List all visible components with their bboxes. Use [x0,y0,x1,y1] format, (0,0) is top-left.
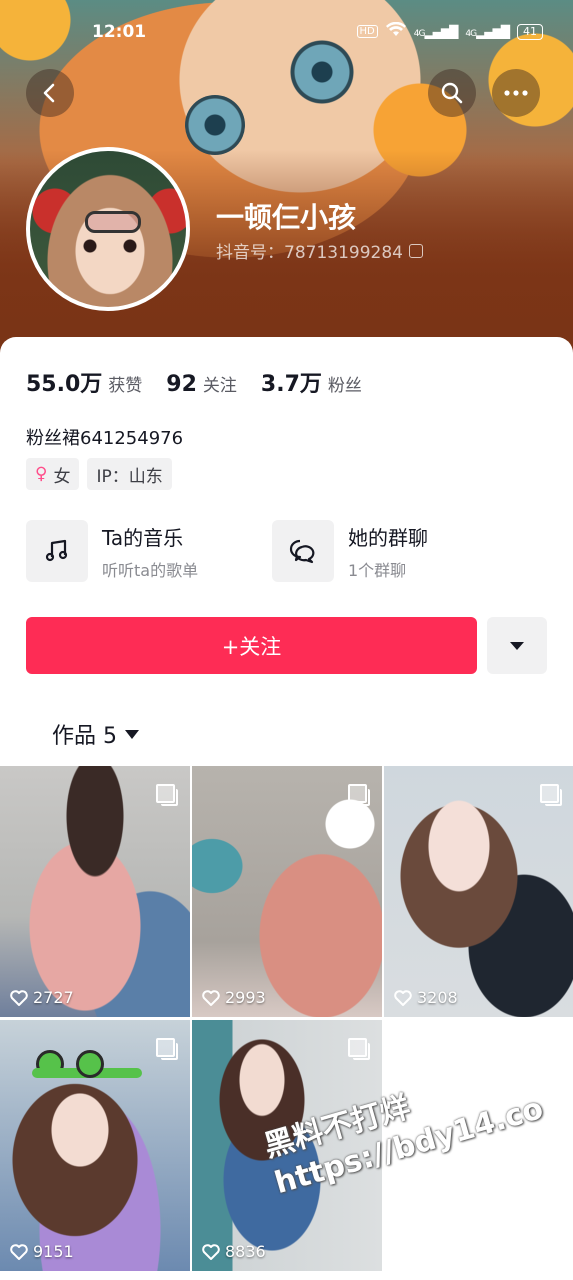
triangle-down-icon [510,641,524,650]
profile-bio: 粉丝裙641254976 [26,428,184,449]
status-time: 12:01 [92,22,147,42]
more-dots-icon [504,90,528,96]
post-thumbnail[interactable]: 9151 [0,1020,190,1271]
post-likes-count: 8836 [225,1242,266,1261]
search-button[interactable] [428,69,476,117]
stat-likes-value: 55.0万 [26,372,103,397]
post-thumbnail[interactable]: 2727 [0,766,190,1017]
recommend-dropdown-button[interactable] [487,617,547,674]
heart-icon [202,1243,220,1260]
profile-nickname: 一顿仨小孩 [216,201,357,234]
tab-works[interactable]: 作品 5 [52,718,139,750]
douyin-id-text: 抖音号：78713199284 [216,243,403,263]
network-type-2: 4G [465,28,477,39]
douyin-id[interactable]: 抖音号：78713199284 [216,238,423,263]
ip-location-tag: IP：山东 [87,458,172,490]
post-likes: 8836 [202,1242,266,1261]
post-likes: 9151 [10,1242,74,1261]
post-likes: 2727 [10,988,74,1007]
chat-bubbles-icon [272,520,334,582]
post-thumbnail[interactable]: 3208 [384,766,573,1017]
heart-icon [10,1243,28,1260]
heart-icon [202,989,220,1006]
stat-following[interactable]: 92 关注 [166,371,237,397]
post-likes-count: 2727 [33,988,74,1007]
tab-works-label: 作品 5 [52,724,117,749]
heart-icon [10,989,28,1006]
multi-image-icon [348,784,370,806]
gender-tag-label: 女 [53,466,71,487]
network-type-1: 4G [413,28,426,39]
avatar-art-glasses [85,211,141,233]
profile-services: Ta的音乐 听听ta的歌单 她的群聊 1个群聊 [26,520,518,582]
profile-tags: ♀ 女 IP：山东 [26,458,172,490]
multi-image-icon [348,1038,370,1060]
follow-button[interactable]: +关注 [26,617,477,674]
service-group-chat-subtitle: 1个群聊 [348,560,407,580]
post-likes: 3208 [394,988,458,1007]
post-likes-count: 3208 [417,988,458,1007]
caret-down-icon [125,729,139,739]
multi-image-icon [540,784,562,806]
ip-location-label: IP：山东 [96,466,163,487]
stat-likes-label: 获赞 [108,376,143,396]
service-group-chat[interactable]: 她的群聊 1个群聊 [272,520,518,582]
service-music-subtitle: 听听ta的歌单 [102,560,199,580]
multi-image-icon [156,1038,178,1060]
chevron-left-icon [43,83,55,103]
cover-art-eye-left [185,95,245,155]
post-thumbnail[interactable]: 2993 [192,766,382,1017]
cell-signal-2: 4G▂▄▆█ [465,24,510,39]
post-likes: 2993 [202,988,266,1007]
gender-tag: ♀ 女 [26,458,80,490]
stat-likes[interactable]: 55.0万 获赞 [26,366,142,398]
service-group-chat-title: 她的群聊 [348,525,428,550]
stat-followers-label: 粉丝 [327,376,362,396]
frog-headband-art [30,1050,142,1078]
search-icon [441,82,463,104]
more-options-button[interactable] [492,69,540,117]
female-icon: ♀ [35,464,48,484]
battery-indicator: 41 [517,23,543,40]
stat-following-value: 92 [166,372,197,397]
heart-icon [394,989,412,1006]
cover-art-eye-right [290,40,354,104]
wifi-icon [385,21,406,41]
stat-followers[interactable]: 3.7万 粉丝 [261,366,362,398]
copy-icon[interactable] [408,243,423,258]
status-icons: HD 4G▂▄▆█ 4G▂▄▆█ 41 [356,21,543,41]
hd-badge: HD [356,25,378,38]
music-note-icon [26,520,88,582]
post-likes-count: 9151 [33,1242,74,1261]
service-music[interactable]: Ta的音乐 听听ta的歌单 [26,520,272,582]
service-music-title: Ta的音乐 [102,525,184,550]
stat-followers-value: 3.7万 [260,372,322,397]
avatar[interactable] [26,147,190,311]
cell-signal-1: 4G▂▄▆█ [413,24,459,39]
back-button[interactable] [26,69,74,117]
post-likes-count: 2993 [225,988,266,1007]
stat-following-label: 关注 [202,376,237,396]
profile-stats: 55.0万 获赞 92 关注 3.7万 粉丝 [26,366,362,398]
multi-image-icon [156,784,178,806]
